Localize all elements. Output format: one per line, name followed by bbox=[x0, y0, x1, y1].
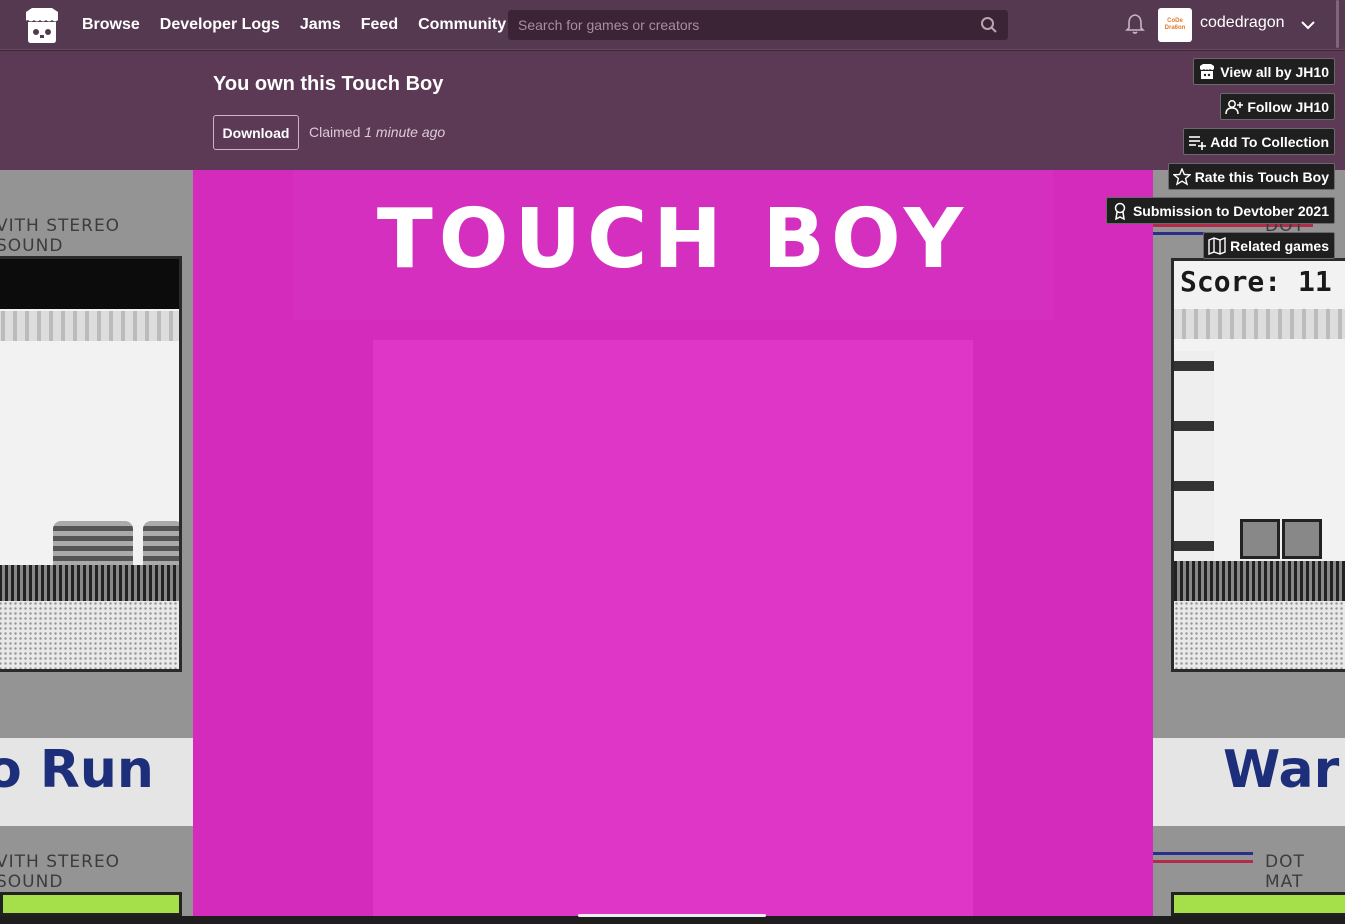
related-games-button[interactable]: Related games bbox=[1203, 232, 1335, 259]
right-game-title: War bbox=[1223, 740, 1340, 800]
owned-title: You own this Touch Boy bbox=[213, 73, 444, 95]
right-bottom-screen bbox=[1171, 892, 1345, 916]
playlist-add-icon bbox=[1189, 135, 1207, 150]
submission-button[interactable]: Submission to Devtober 2021 bbox=[1105, 197, 1335, 224]
avatar[interactable]: CoDe Dra6on bbox=[1158, 8, 1192, 42]
right-game-screen: Score: 11 bbox=[1171, 258, 1345, 672]
add-collection-button[interactable]: Add To Collection bbox=[1183, 128, 1335, 155]
follow-button[interactable]: Follow JH10 bbox=[1220, 93, 1335, 120]
left-game-screen bbox=[0, 256, 182, 672]
username[interactable]: codedragon bbox=[1200, 14, 1285, 32]
owned-bar: You own this Touch Boy Download Claimed … bbox=[0, 51, 1345, 170]
itchio-logo-icon[interactable] bbox=[22, 8, 62, 44]
right-stripe-red-bottom bbox=[1153, 860, 1253, 863]
view-all-button[interactable]: View all by JH10 bbox=[1193, 58, 1335, 85]
right-stripe-blue-bottom bbox=[1153, 852, 1253, 855]
claimed-time: 1 minute ago bbox=[364, 124, 446, 140]
background-right-panel: DOT MAT Score: 11 War DOT MAT bbox=[1153, 170, 1345, 916]
claimed-status: Claimed 1 minute ago bbox=[309, 124, 445, 140]
top-nav: Browse Developer Logs Jams Feed Communit… bbox=[0, 0, 1345, 50]
store-icon bbox=[1200, 63, 1215, 79]
nav-community[interactable]: Community bbox=[418, 16, 506, 34]
nav-feed[interactable]: Feed bbox=[361, 16, 398, 34]
view-all-label: View all by JH10 bbox=[1220, 63, 1329, 80]
right-score: Score: 11 bbox=[1180, 265, 1332, 298]
bottom-bar bbox=[0, 916, 1345, 924]
related-games-label: Related games bbox=[1230, 237, 1329, 254]
add-collection-label: Add To Collection bbox=[1210, 133, 1329, 150]
game-frame[interactable]: TOUCH BOY bbox=[193, 170, 1153, 916]
search-icon[interactable] bbox=[980, 16, 998, 34]
chevron-down-icon[interactable] bbox=[1298, 15, 1318, 35]
rate-label: Rate this Touch Boy bbox=[1194, 168, 1329, 185]
game-title: TOUCH BOY bbox=[376, 192, 970, 287]
submission-label: Submission to Devtober 2021 bbox=[1132, 202, 1329, 219]
download-button[interactable]: Download bbox=[213, 115, 299, 150]
bell-icon[interactable] bbox=[1124, 13, 1146, 35]
right-label-bottom: DOT MAT bbox=[1265, 852, 1305, 892]
user-plus-icon bbox=[1225, 99, 1244, 114]
search-box bbox=[508, 10, 1008, 40]
scrollbar[interactable] bbox=[1336, 0, 1339, 48]
search-input[interactable] bbox=[508, 17, 968, 33]
left-label-top: VITH STEREO SOUND bbox=[0, 216, 121, 256]
nav-jams[interactable]: Jams bbox=[300, 16, 341, 34]
rate-button[interactable]: Rate this Touch Boy bbox=[1167, 163, 1335, 190]
claimed-prefix: Claimed bbox=[309, 124, 361, 140]
left-label-bottom: VITH STEREO SOUND bbox=[0, 852, 121, 892]
nav-browse[interactable]: Browse bbox=[82, 16, 140, 34]
map-icon bbox=[1208, 236, 1226, 255]
left-game-title: o Run bbox=[0, 740, 154, 800]
star-icon bbox=[1172, 167, 1191, 186]
bottom-scroll-handle[interactable] bbox=[578, 914, 766, 917]
award-icon bbox=[1114, 202, 1126, 220]
background-left-panel: VITH STEREO SOUND o Run VITH STEREO SOUN… bbox=[0, 170, 193, 916]
left-bottom-screen bbox=[0, 892, 182, 916]
follow-label: Follow JH10 bbox=[1247, 98, 1329, 115]
avatar-text-2: Dra6on bbox=[1164, 25, 1186, 31]
avatar-text-1: CoDe bbox=[1167, 18, 1183, 24]
nav-links: Browse Developer Logs Jams Feed Communit… bbox=[82, 0, 506, 50]
game-panel[interactable] bbox=[373, 340, 973, 916]
nav-developer-logs[interactable]: Developer Logs bbox=[160, 16, 280, 34]
